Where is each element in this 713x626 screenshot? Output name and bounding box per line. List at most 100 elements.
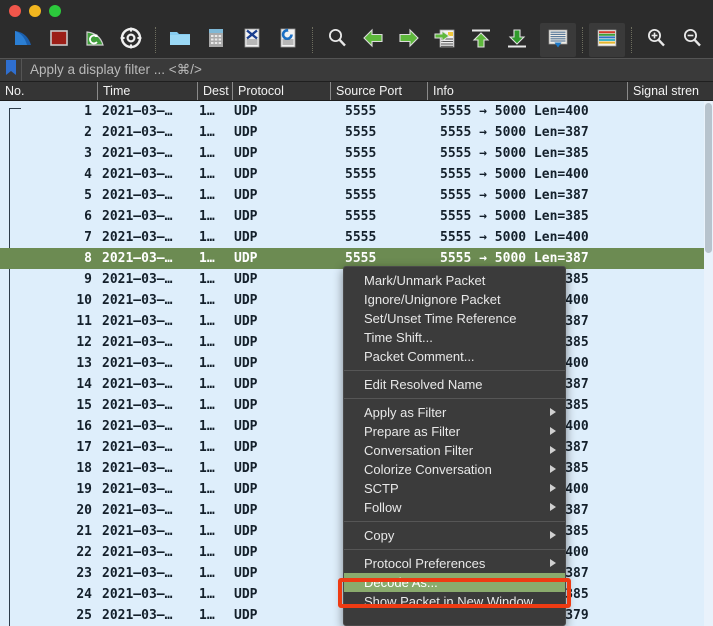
table-row[interactable]: 3 2021–03–… 1… UDP 5555 5555 → 5000 Len=385: [0, 143, 713, 164]
colorize-button[interactable]: [589, 23, 625, 57]
menu-item-set-unset-time-reference[interactable]: Set/Unset Time Reference: [344, 309, 565, 328]
column-header-signal-strength[interactable]: Signal stren: [627, 82, 713, 100]
toolbar-separator-4: [631, 27, 632, 53]
restart-capture-icon: [83, 26, 107, 55]
cell-dest: 1…: [199, 125, 215, 140]
menu-item-packet-comment[interactable]: Packet Comment...: [344, 347, 565, 366]
packet-list-scrollbar[interactable]: [704, 101, 713, 626]
cell-time: 2021–03–…: [102, 167, 173, 182]
auto-scroll-button[interactable]: [540, 23, 576, 57]
stop-capture-button[interactable]: [41, 23, 77, 57]
menu-item-decode-as[interactable]: Decode As...: [344, 573, 565, 592]
menu-item-label: Decode As...: [364, 575, 438, 590]
open-file-button[interactable]: [162, 23, 198, 57]
menu-item-label: SCTP: [364, 481, 399, 496]
maximize-window-button[interactable]: [49, 5, 61, 17]
menu-item-protocol-preferences[interactable]: Protocol Preferences: [344, 554, 565, 573]
find-packet-button[interactable]: [319, 23, 355, 57]
column-header-time[interactable]: Time: [97, 82, 197, 100]
cell-time: 2021–03–…: [102, 377, 173, 392]
scrollbar-thumb[interactable]: [705, 103, 712, 253]
close-window-button[interactable]: [9, 5, 21, 17]
toolbar-separator-2: [312, 27, 313, 53]
menu-item-ignore-unignore-packet[interactable]: Ignore/Unignore Packet: [344, 290, 565, 309]
column-header-source-port[interactable]: Source Port: [330, 82, 427, 100]
submenu-arrow-icon: [550, 503, 556, 511]
table-row[interactable]: 1 2021–03–… 1… UDP 5555 5555 → 5000 Len=400: [0, 101, 713, 122]
column-header-info[interactable]: Info: [427, 82, 627, 100]
menu-item-time-shift[interactable]: Time Shift...: [344, 328, 565, 347]
cell-protocol: UDP: [234, 104, 258, 119]
zoom-out-icon: [680, 26, 704, 55]
cell-protocol: UDP: [234, 230, 258, 245]
submenu-arrow-icon: [550, 446, 556, 454]
save-file-icon: [204, 26, 228, 55]
packet-list-header: No. Time Dest Protocol Source Port Info …: [0, 82, 713, 101]
save-file-button[interactable]: [198, 23, 234, 57]
minimize-window-button[interactable]: [29, 5, 41, 17]
menu-item-mark-unmark-packet[interactable]: Mark/Unmark Packet: [344, 271, 565, 290]
cell-time: 2021–03–…: [102, 440, 173, 455]
menu-item-apply-as-filter[interactable]: Apply as Filter: [344, 403, 565, 422]
reload-file-button[interactable]: [270, 23, 306, 57]
menu-item-label: Time Shift...: [364, 330, 433, 345]
cell-time: 2021–03–…: [102, 419, 173, 434]
cell-dest: 1…: [199, 188, 215, 203]
filter-bookmark-button[interactable]: [0, 59, 22, 81]
cell-dest: 1…: [199, 293, 215, 308]
column-header-protocol[interactable]: Protocol: [232, 82, 330, 100]
submenu-arrow-icon: [550, 465, 556, 473]
zoom-out-button[interactable]: [674, 23, 710, 57]
close-file-button[interactable]: [234, 23, 270, 57]
menu-item-copy[interactable]: Copy: [344, 526, 565, 545]
cell-dest: 1…: [199, 146, 215, 161]
cell-no: 8: [84, 251, 92, 266]
capture-options-button[interactable]: [113, 23, 149, 57]
menu-item-colorize-conversation[interactable]: Colorize Conversation: [344, 460, 565, 479]
cell-time: 2021–03–…: [102, 188, 173, 203]
table-row[interactable]: 5 2021–03–… 1… UDP 5555 5555 → 5000 Len=387: [0, 185, 713, 206]
zoom-in-button[interactable]: [638, 23, 674, 57]
cell-dest: 1…: [199, 587, 215, 602]
cell-no: 11: [76, 314, 92, 329]
cell-no: 18: [76, 461, 92, 476]
menu-item-edit-resolved-name[interactable]: Edit Resolved Name: [344, 375, 565, 394]
menu-item-follow[interactable]: Follow: [344, 498, 565, 517]
cell-no: 19: [76, 482, 92, 497]
go-back-button[interactable]: [355, 23, 391, 57]
open-file-icon: [168, 26, 192, 55]
menu-item-conversation-filter[interactable]: Conversation Filter: [344, 441, 565, 460]
table-row[interactable]: 4 2021–03–… 1… UDP 5555 5555 → 5000 Len=400: [0, 164, 713, 185]
go-to-packet-button[interactable]: [427, 23, 463, 57]
titlebar: [0, 0, 713, 22]
table-row[interactable]: 6 2021–03–… 1… UDP 5555 5555 → 5000 Len=385: [0, 206, 713, 227]
cell-source-port: 5555: [345, 188, 377, 203]
display-filter-bar[interactable]: [0, 58, 713, 82]
go-forward-button[interactable]: [391, 23, 427, 57]
go-to-last-packet-icon: [505, 26, 529, 55]
cell-dest: 1…: [199, 503, 215, 518]
go-to-last-packet-button[interactable]: [499, 23, 535, 57]
start-capture-icon: [11, 26, 35, 55]
menu-item-sctp[interactable]: SCTP: [344, 479, 565, 498]
menu-separator: [344, 398, 565, 399]
restart-capture-button[interactable]: [77, 23, 113, 57]
cell-protocol: UDP: [234, 482, 258, 497]
cell-time: 2021–03–…: [102, 356, 173, 371]
display-filter-input[interactable]: [22, 59, 713, 81]
packet-context-menu[interactable]: Mark/Unmark Packet Ignore/Unignore Packet…: [343, 266, 566, 626]
toolbar-separator-3: [582, 27, 583, 53]
go-to-packet-icon: [433, 26, 457, 55]
menu-item-show-packet-in-new-window[interactable]: Show Packet in New Window: [344, 592, 565, 611]
cell-protocol: UDP: [234, 377, 258, 392]
cell-no: 16: [76, 419, 92, 434]
column-header-no[interactable]: No.: [0, 82, 97, 100]
go-to-first-packet-button[interactable]: [463, 23, 499, 57]
cell-protocol: UDP: [234, 314, 258, 329]
table-row[interactable]: 7 2021–03–… 1… UDP 5555 5555 → 5000 Len=400: [0, 227, 713, 248]
menu-item-prepare-as-filter[interactable]: Prepare as Filter: [344, 422, 565, 441]
start-capture-button[interactable]: [5, 23, 41, 57]
table-row[interactable]: 2 2021–03–… 1… UDP 5555 5555 → 5000 Len=387: [0, 122, 713, 143]
column-header-dest[interactable]: Dest: [197, 82, 232, 100]
cell-time: 2021–03–…: [102, 587, 173, 602]
